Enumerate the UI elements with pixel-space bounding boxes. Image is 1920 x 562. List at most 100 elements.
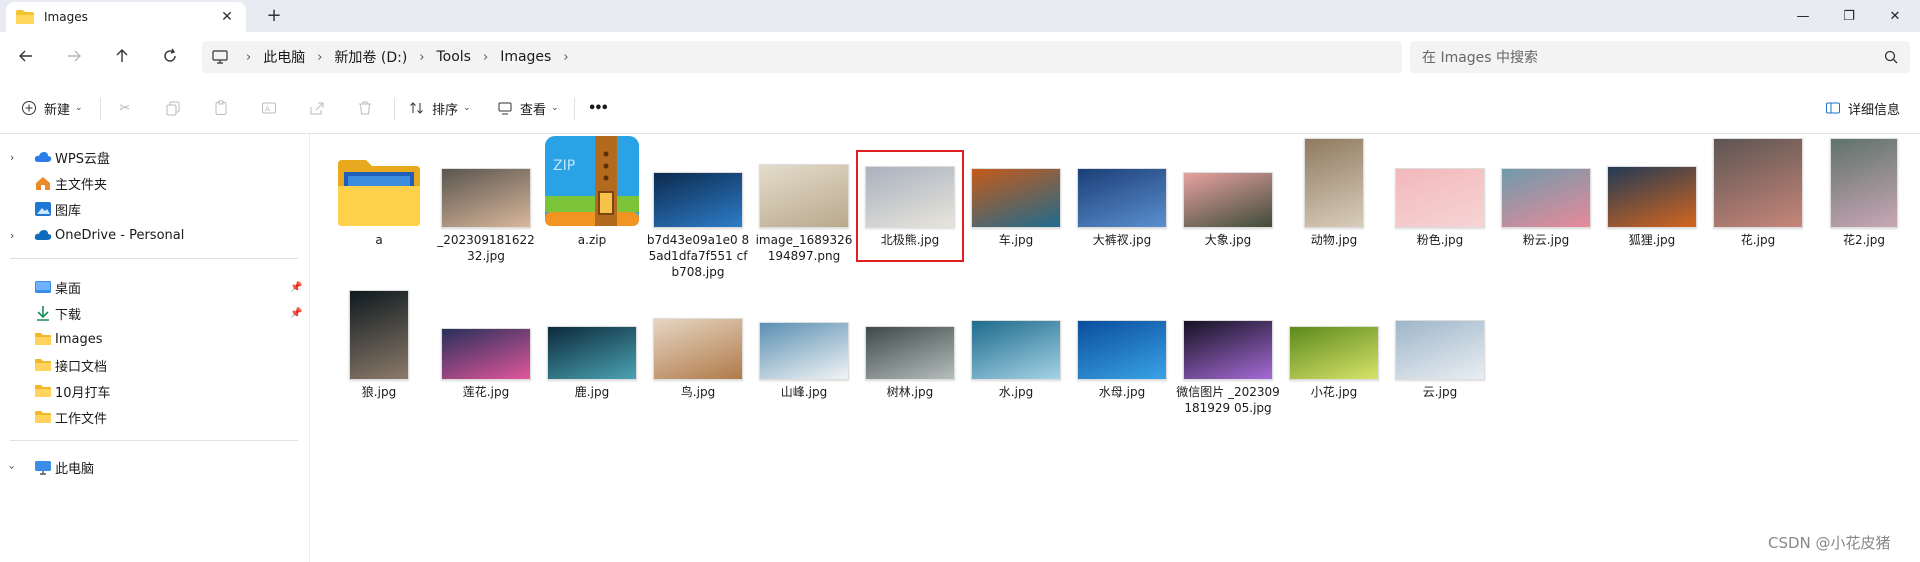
command-bar: 新建 ⌄ ✂ A 排序 ⌄ 查看 ⌄ ••• 详细信息 (0, 80, 1920, 134)
details-button[interactable]: 详细信息 (1824, 96, 1900, 120)
sort-label: 排序 (432, 102, 459, 118)
image-thumbnail (653, 318, 743, 380)
tab-images[interactable]: Images ✕ (6, 2, 246, 32)
details-pane-icon (1824, 99, 1842, 117)
thumbnail-frame (1812, 132, 1916, 228)
thumbnail-frame (1282, 132, 1386, 228)
file-name: 花.jpg (1740, 233, 1776, 247)
copy-button[interactable] (164, 96, 188, 120)
sidebar-item-onedrive[interactable]: › OneDrive - Personal (0, 222, 310, 248)
title-bar: Images ✕ + — ❐ ✕ (0, 0, 1920, 32)
forward-button[interactable] (60, 44, 88, 68)
thumbnail-frame (646, 132, 750, 228)
share-button[interactable] (308, 96, 332, 120)
address-bar[interactable]: › 此电脑 › 新加卷 (D:) › Tools › Images › (202, 41, 1402, 73)
thumbnail-frame (1176, 132, 1280, 228)
minimize-button[interactable]: — (1780, 0, 1826, 32)
computer-icon (212, 50, 228, 64)
sidebar-item-downloads[interactable]: 下载 📌 (0, 300, 310, 326)
tab-close-button[interactable]: ✕ (218, 9, 236, 25)
search-input[interactable]: 在 Images 中搜索 (1410, 41, 1910, 73)
image-thumbnail (1713, 138, 1803, 228)
image-thumbnail (1395, 168, 1485, 228)
sidebar-item-label: WPS云盘 (55, 151, 110, 167)
scissors-icon: ✂ (119, 100, 131, 116)
navigation-bar: › 此电脑 › 新加卷 (D:) › Tools › Images › 在 Im… (0, 32, 1920, 80)
pin-icon[interactable]: 📌 (290, 282, 302, 293)
onedrive-icon (34, 230, 52, 240)
sidebar-item-desktop[interactable]: 桌面 📌 (0, 274, 310, 300)
home-icon (36, 177, 50, 190)
file-name: 鹿.jpg (574, 385, 610, 399)
thumbnail-frame (964, 284, 1068, 380)
sort-button[interactable]: 排序 ⌄ (408, 96, 471, 120)
sidebar-item-october-taxi[interactable]: 10月打车 (0, 378, 310, 404)
sidebar-item-wps-cloud[interactable]: › WPS云盘 (0, 144, 310, 170)
thumbnail-frame (434, 284, 538, 380)
chevron-right-icon[interactable]: › (10, 151, 14, 164)
view-button[interactable]: 查看 ⌄ (496, 96, 559, 120)
image-thumbnail (441, 168, 531, 228)
new-tab-button[interactable]: + (262, 5, 286, 26)
image-thumbnail (349, 290, 409, 380)
sidebar-item-api-docs[interactable]: 接口文档 (0, 352, 310, 378)
sidebar-item-work-files[interactable]: 工作文件 (0, 404, 310, 430)
chevron-right-icon[interactable]: › (10, 229, 14, 242)
image-thumbnail (759, 164, 849, 228)
image-thumbnail (971, 168, 1061, 228)
sidebar-item-label: 桌面 (55, 281, 82, 297)
sidebar-item-gallery[interactable]: 图库 (0, 196, 310, 222)
arrow-up-icon (116, 49, 128, 62)
rename-icon: A (260, 99, 278, 117)
sidebar-item-label: 10月打车 (55, 385, 111, 401)
delete-button[interactable] (356, 96, 380, 120)
sidebar-item-images[interactable]: Images (0, 326, 310, 352)
details-label: 详细信息 (1848, 102, 1901, 118)
cut-button[interactable]: ✂ (116, 96, 140, 120)
breadcrumb-this-pc[interactable]: 此电脑 (263, 47, 305, 67)
paste-button[interactable] (212, 96, 236, 120)
sidebar-item-label: 下载 (55, 307, 82, 323)
download-icon (37, 306, 49, 321)
sidebar-item-label: OneDrive - Personal (55, 227, 185, 243)
sidebar-item-this-pc[interactable]: › 此电脑 (0, 454, 310, 480)
chevron-right-icon: › (419, 49, 425, 65)
thumbnail-frame (327, 132, 431, 228)
new-button[interactable]: 新建 ⌄ (20, 96, 83, 120)
file-name: 狐狸.jpg (1628, 233, 1676, 247)
file-name: 微信图片 _202309181929 05.jpg (1176, 385, 1280, 415)
divider (394, 98, 395, 120)
divider (574, 98, 575, 120)
thumbnail-frame (1706, 132, 1810, 228)
folder-icon (16, 10, 34, 24)
image-thumbnail (547, 326, 637, 380)
chevron-down-icon[interactable]: › (6, 465, 19, 469)
rename-button[interactable]: A (260, 96, 284, 120)
chevron-right-icon[interactable]: › (563, 50, 568, 65)
thumbnail-frame (434, 132, 538, 228)
sidebar-item-home[interactable]: 主文件夹 (0, 170, 310, 196)
file-name: 水.jpg (998, 385, 1034, 399)
breadcrumb-drive-d[interactable]: 新加卷 (D:) (334, 47, 407, 67)
new-label: 新建 (44, 102, 71, 118)
up-button[interactable] (108, 44, 136, 68)
breadcrumb-tools[interactable]: Tools (436, 49, 471, 65)
refresh-button[interactable] (156, 44, 184, 68)
sidebar-item-label: 接口文档 (55, 359, 108, 375)
back-button[interactable] (12, 44, 40, 68)
pin-icon[interactable]: 📌 (290, 308, 302, 319)
thumbnail-frame (858, 132, 962, 228)
breadcrumb-images[interactable]: Images (500, 49, 551, 65)
image-thumbnail (1304, 138, 1364, 228)
computer-icon (35, 461, 51, 475)
close-button[interactable]: ✕ (1872, 0, 1918, 32)
svg-text:A: A (265, 105, 270, 113)
folder-icon (35, 385, 51, 397)
file-name: 云.jpg (1422, 385, 1458, 399)
thumbnail-frame (858, 284, 962, 380)
restore-button[interactable]: ❐ (1826, 0, 1872, 32)
clipboard-icon (212, 99, 230, 117)
image-thumbnail (971, 320, 1061, 380)
more-options-button[interactable]: ••• (588, 96, 609, 120)
divider (10, 258, 298, 259)
